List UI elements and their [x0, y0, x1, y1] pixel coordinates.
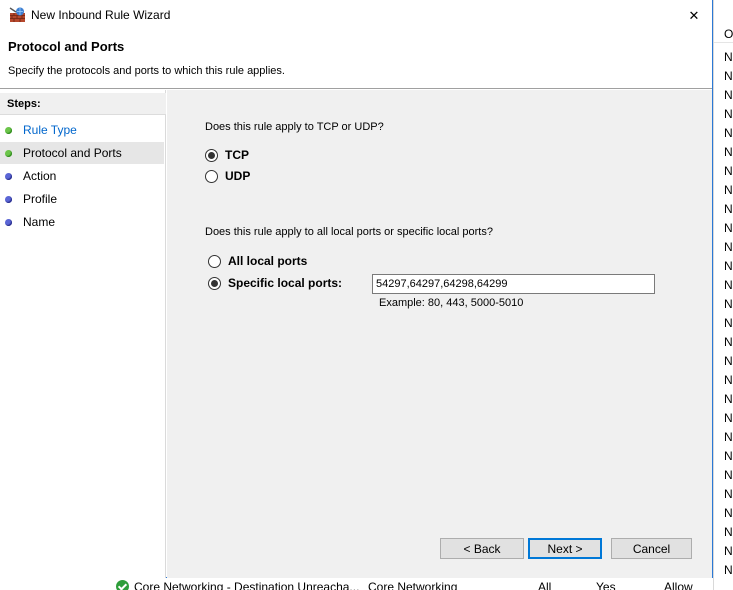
background-list-row: N [724, 69, 733, 83]
cancel-button[interactable]: Cancel [611, 538, 692, 559]
step-label: Name [23, 215, 56, 229]
step-label: Action [23, 169, 57, 183]
steps-heading-label: Steps: [7, 98, 41, 110]
radio-button-checked[interactable] [205, 148, 218, 162]
step-action: Action [0, 165, 164, 187]
radio-specific-local-ports[interactable]: Specific local ports: [208, 275, 342, 291]
ports-example-hint: Example: 80, 443, 5000-5010 [379, 297, 524, 309]
radio-udp-label[interactable]: UDP [225, 169, 250, 183]
background-list-row: N [724, 411, 733, 425]
radio-button[interactable] [208, 254, 221, 268]
step-label: Profile [23, 192, 58, 206]
radio-all-local-ports[interactable]: All local ports [208, 253, 307, 269]
background-list-row: N [724, 354, 733, 368]
background-list-row: N [724, 278, 733, 292]
close-icon: ✕ [688, 7, 700, 23]
step-name: Name [0, 211, 164, 233]
step-pending-icon [5, 219, 12, 226]
background-list-row: N [724, 544, 733, 558]
background-list-header-label: O [724, 27, 733, 41]
background-list-row: N [724, 468, 733, 482]
background-list-row: N [724, 392, 733, 406]
page-title: Protocol and Ports [8, 39, 125, 54]
background-list-row: N [724, 221, 733, 235]
steps-heading: Steps: [0, 93, 166, 115]
window-title: New Inbound Rule Wizard [31, 8, 171, 22]
background-list-row: N [724, 373, 733, 387]
firewall-wizard-icon [9, 7, 26, 23]
radio-udp[interactable]: UDP [205, 168, 250, 184]
step-label: Protocol and Ports [23, 146, 122, 160]
ports-question: Does this rule apply to all local ports … [205, 226, 493, 238]
step-pending-icon [5, 196, 12, 203]
next-button[interactable]: Next > [528, 538, 602, 559]
background-list-row: N [724, 183, 733, 197]
background-list-header: O [714, 24, 733, 43]
radio-button[interactable] [205, 169, 218, 183]
step-rule-type[interactable]: Rule Type [0, 119, 164, 141]
background-list-row: N [724, 107, 733, 121]
radio-tcp[interactable]: TCP [205, 147, 249, 163]
specific-ports-input[interactable] [372, 274, 655, 294]
background-list-row: N [724, 50, 733, 64]
new-inbound-rule-wizard-dialog: New Inbound Rule Wizard ✕ Protocol and P… [0, 0, 713, 578]
background-list-row: N [724, 430, 733, 444]
background-list-row: N [724, 240, 733, 254]
background-list-row: N [724, 487, 733, 501]
page-subtitle: Specify the protocols and ports to which… [8, 65, 285, 77]
background-list-row: N [724, 563, 733, 577]
title-bar[interactable]: New Inbound Rule Wizard ✕ [0, 0, 712, 31]
background-list-row: N [724, 164, 733, 178]
close-button[interactable]: ✕ [676, 0, 712, 31]
enabled-check-icon [116, 580, 129, 590]
background-list-row: N [724, 506, 733, 520]
back-button[interactable]: < Back [440, 538, 524, 559]
background-list-row: N [724, 88, 733, 102]
background-rule-action: Allow [664, 580, 693, 590]
step-complete-icon [5, 150, 12, 157]
steps-panel: Steps: Rule Type Protocol and Ports Acti… [0, 90, 166, 578]
background-rule-enabled: Yes [596, 580, 616, 590]
radio-tcp-label[interactable]: TCP [225, 148, 249, 162]
step-label: Rule Type [23, 123, 77, 137]
background-rule-name: Core Networking - Destination Unreacha..… [134, 580, 360, 590]
background-list-row: N [724, 449, 733, 463]
wizard-content: Does this rule apply to TCP or UDP? TCP … [167, 90, 712, 578]
background-list-row: N [724, 316, 733, 330]
background-list-row: N [724, 145, 733, 159]
wizard-header: Protocol and Ports Specify the protocols… [0, 31, 712, 89]
background-list-row: N [724, 259, 733, 273]
background-rule-profile: All [538, 580, 552, 590]
step-complete-icon [5, 127, 12, 134]
background-rule-row: Core Networking - Destination Unreacha..… [106, 578, 713, 590]
step-pending-icon [5, 173, 12, 180]
background-list-row: N [724, 202, 733, 216]
step-protocol-and-ports[interactable]: Protocol and Ports [0, 142, 164, 164]
background-list-row: N [724, 525, 733, 539]
background-rule-list: O NNNNNNNNNNNNNNNNNNNNNNNNNNNN [713, 0, 733, 590]
background-rule-group: Core Networking [368, 580, 458, 590]
background-list-row: N [724, 335, 733, 349]
radio-specific-local-ports-label[interactable]: Specific local ports: [228, 276, 342, 290]
radio-all-local-ports-label[interactable]: All local ports [228, 254, 307, 268]
radio-button-checked[interactable] [208, 276, 221, 290]
step-profile: Profile [0, 188, 164, 210]
background-list-row: N [724, 297, 733, 311]
protocol-question: Does this rule apply to TCP or UDP? [205, 121, 384, 133]
background-list-row: N [724, 126, 733, 140]
